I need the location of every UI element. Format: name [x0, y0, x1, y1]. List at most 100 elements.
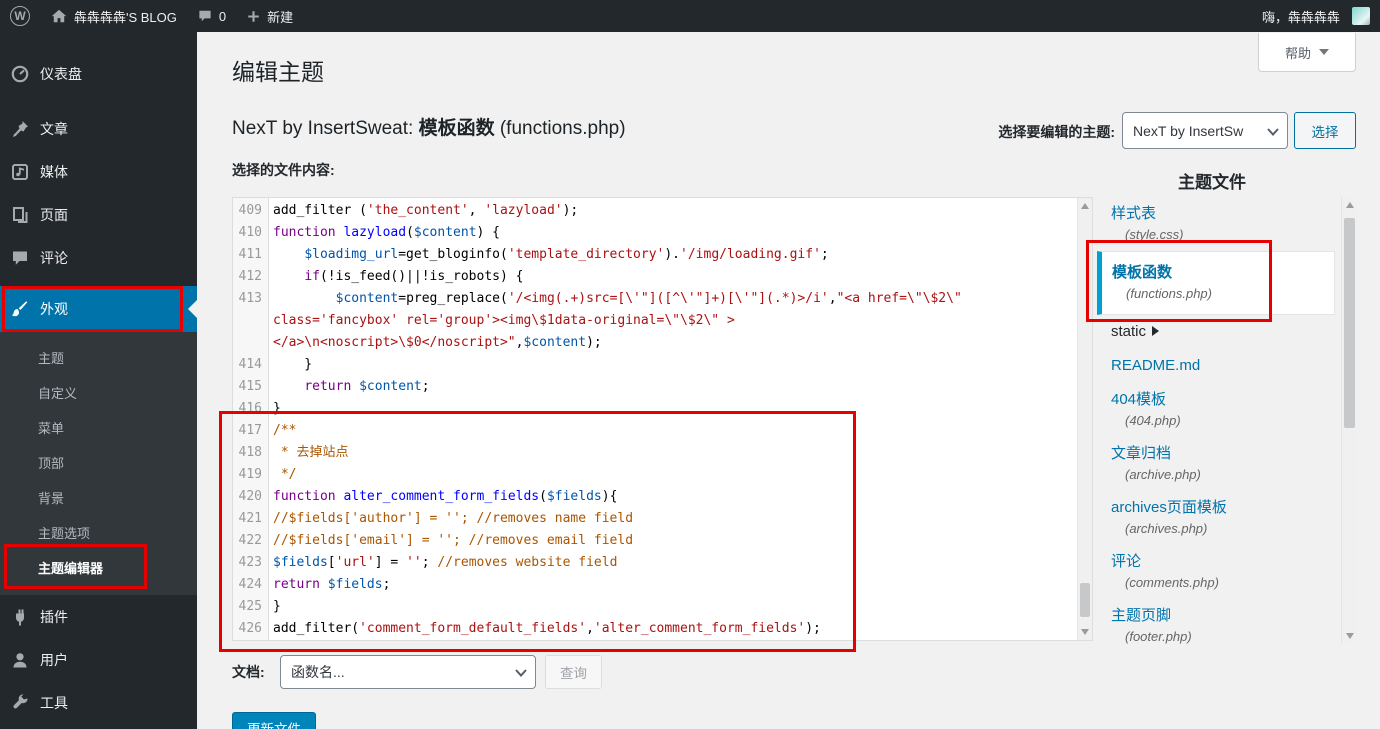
line-number: 413 [238, 291, 262, 306]
theme-select[interactable]: NexT by InsertSw [1122, 112, 1288, 149]
pushpin-icon [10, 119, 30, 139]
page-title: 编辑主题 [232, 59, 324, 85]
folder-name[interactable]: static [1111, 321, 1146, 343]
sidebar-item-评论[interactable]: 评论 [0, 236, 197, 279]
file-path-label: (archive.php) [1125, 467, 1201, 482]
line-number [233, 332, 269, 354]
code-line: 411 $loadimg_url=get_bloginfo('template_… [233, 244, 1092, 266]
sidebar-item-插件[interactable]: 插件 [0, 595, 197, 638]
file-list-scrollbar[interactable] [1341, 197, 1357, 644]
wordpress-menu[interactable]: W [0, 0, 40, 32]
scrollbar-thumb[interactable] [1344, 218, 1355, 428]
code-text: add_filter ('the_content', 'lazyload'); [273, 203, 579, 218]
sidebar-item-工具[interactable]: 工具 [0, 681, 197, 724]
sidebar-item-label: 评论 [40, 249, 68, 266]
admin-bar-comments[interactable]: 0 [187, 0, 236, 32]
submenu-item-背景[interactable]: 背景 [0, 480, 197, 515]
code-line: 426 add_filter('comment_form_default_fiel… [233, 618, 1092, 640]
theme-files-heading: 主题文件 [1178, 173, 1246, 192]
scroll-down-arrow-icon[interactable] [1078, 625, 1092, 640]
theme-file-item[interactable]: 主题页脚 (footer.php) [1097, 599, 1341, 644]
code-line: 424 return $fields; [233, 574, 1092, 596]
line-number: 415 [238, 379, 262, 394]
code-editor[interactable]: 409 add_filter ('the_content', 'lazyload'… [232, 197, 1093, 641]
file-link[interactable]: 评论 [1111, 551, 1141, 573]
code-line: 421 //$fields['author'] = ''; //removes n… [233, 508, 1092, 530]
theme-file-item[interactable]: archives页面模板 (archives.php) [1097, 491, 1341, 545]
file-link[interactable]: archives页面模板 [1111, 497, 1227, 519]
code-lines: 409 add_filter ('the_content', 'lazyload'… [233, 198, 1092, 640]
comments-icon [10, 248, 30, 268]
code-text: class='fancybox' rel='group'><img\$1data… [273, 313, 735, 328]
chevron-down-icon [515, 664, 527, 680]
scroll-up-arrow-icon[interactable] [1342, 197, 1357, 212]
submenu-item-自定义[interactable]: 自定义 [0, 375, 197, 410]
update-file-button[interactable]: 更新文件 [232, 712, 316, 729]
theme-chooser-label: 选择要编辑的主题: [998, 124, 1115, 140]
file-path-label: (404.php) [1125, 413, 1181, 428]
subtitle-file-name: 模板函数 [418, 118, 495, 139]
code-line: class='fancybox' rel='group'><img\$1data… [233, 310, 1092, 332]
new-content-button[interactable]: 新建 [236, 0, 303, 32]
site-name-link[interactable]: 犇犇犇犇'S BLOG [40, 0, 187, 32]
code-text: function lazyload($content) { [273, 225, 501, 240]
sidebar-item-外观[interactable]: 外观 [0, 286, 197, 332]
theme-file-item[interactable]: static [1097, 315, 1341, 349]
file-link[interactable]: 文章归档 [1111, 443, 1171, 465]
file-path-label: (functions.php) [1126, 286, 1212, 301]
active-menu-arrow [188, 300, 197, 318]
lookup-button[interactable]: 查询 [545, 655, 602, 689]
sidebar-item-文章[interactable]: 文章 [0, 107, 197, 150]
theme-file-item[interactable]: 样式表 (style.css) [1097, 197, 1341, 251]
submenu-item-主题选项[interactable]: 主题选项 [0, 515, 197, 550]
submenu-item-主题[interactable]: 主题 [0, 340, 197, 375]
editor-vertical-scrollbar[interactable] [1077, 198, 1092, 640]
code-text: } [273, 401, 281, 416]
documentation-select[interactable]: 函数名... [280, 655, 536, 689]
tools-wrench-icon [10, 693, 30, 713]
code-text: if(!is_feed()||!is_robots) { [304, 269, 524, 284]
file-link[interactable]: 主题页脚 [1111, 605, 1171, 627]
choose-theme-button[interactable]: 选择 [1294, 112, 1356, 149]
chevron-down-icon [1319, 49, 1329, 60]
code-text: $loadimg_url=get_bloginfo('template_dire… [304, 247, 829, 262]
scroll-up-arrow-icon[interactable] [1078, 198, 1092, 213]
theme-file-item[interactable]: README.md [1097, 349, 1341, 383]
theme-file-item[interactable]: 评论 (comments.php) [1097, 545, 1341, 599]
theme-file-item[interactable]: 404模板 (404.php) [1097, 383, 1341, 437]
plus-icon [246, 9, 261, 24]
line-number: 424 [238, 577, 262, 592]
code-text: } [273, 357, 313, 372]
file-path-label: (comments.php) [1125, 575, 1219, 590]
help-dropdown-button[interactable]: 帮助 [1258, 33, 1356, 72]
submenu-item-主题编辑器[interactable]: 主题编辑器 [0, 550, 197, 585]
theme-file-list: 样式表 (style.css) 模板函数 (functions.php) static R… [1097, 197, 1341, 644]
code-text: } [273, 599, 281, 614]
theme-file-item[interactable]: 文章归档 (archive.php) [1097, 437, 1341, 491]
file-link[interactable]: README.md [1111, 355, 1200, 377]
code-text: </a>\n<noscript>\$0</noscript>",$content… [273, 335, 602, 350]
scrollbar-thumb[interactable] [1080, 583, 1090, 617]
file-link[interactable]: 404模板 [1111, 389, 1166, 411]
code-text: return $fields; [273, 577, 391, 592]
scroll-down-arrow-icon[interactable] [1342, 629, 1357, 644]
account-menu[interactable]: 嗨，犇犇犇犇 [1252, 0, 1380, 32]
sidebar-item-页面[interactable]: 页面 [0, 193, 197, 236]
editing-file-subtitle: NexT by InsertSweat: 模板函数 (functions.php… [232, 113, 626, 140]
code-line: 419 */ [233, 464, 1092, 486]
line-number: 421 [238, 511, 262, 526]
code-text: return $content; [304, 379, 430, 394]
new-content-label: 新建 [267, 9, 294, 25]
file-link[interactable]: 模板函数 [1112, 262, 1172, 284]
theme-file-item[interactable]: 模板函数 (functions.php) [1097, 251, 1335, 315]
submenu-item-菜单[interactable]: 菜单 [0, 410, 197, 445]
sidebar-item-用户[interactable]: 用户 [0, 638, 197, 681]
line-number: 409 [238, 203, 262, 218]
code-text: $content=preg_replace('/<img(.+)src=[\'"… [335, 291, 962, 306]
sidebar-item-label: 外观 [40, 301, 68, 317]
sidebar-item-仪表盘[interactable]: 仪表盘 [0, 52, 197, 95]
line-number: 419 [238, 467, 262, 482]
sidebar-item-媒体[interactable]: 媒体 [0, 150, 197, 193]
file-link[interactable]: 样式表 [1111, 203, 1156, 225]
submenu-item-顶部[interactable]: 顶部 [0, 445, 197, 480]
